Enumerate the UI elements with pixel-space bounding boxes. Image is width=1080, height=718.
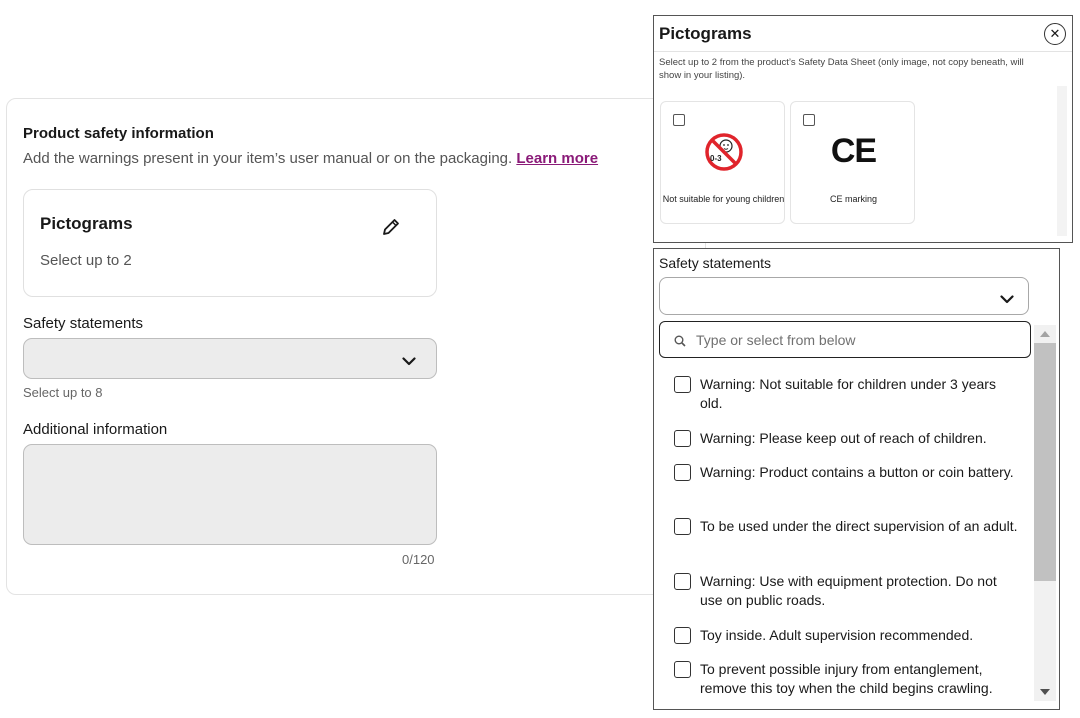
statement-checkbox[interactable] (674, 627, 691, 644)
statement-checkbox[interactable] (674, 464, 691, 481)
popup-description: Select up to 2 from the product’s Safety… (659, 57, 1024, 81)
statement-text: To be used under the direct supervision … (700, 518, 1018, 534)
age-badge: 0-3 (710, 154, 722, 163)
chevron-down-icon (402, 353, 416, 371)
scroll-down-arrow-icon[interactable] (1040, 689, 1050, 695)
statement-text: Toy inside. Adult supervision recommende… (700, 627, 974, 643)
statement-text: Warning: Product contains a button or co… (700, 464, 1014, 480)
section-subtitle-text: Add the warnings present in your item’s … (23, 150, 513, 167)
pictogram-checkbox[interactable] (673, 114, 685, 126)
statement-text: Warning: Not suitable for children under… (700, 376, 996, 411)
section-title: Product safety information (23, 125, 214, 142)
statement-checkbox[interactable] (674, 518, 691, 535)
close-icon[interactable]: ✕ (1044, 23, 1066, 45)
popup-title: Pictograms (659, 24, 752, 43)
search-icon (674, 334, 686, 352)
popup-label: Safety statements (659, 255, 772, 271)
safety-statements-hint: Select up to 8 (23, 385, 103, 400)
pictograms-title: Pictograms (40, 214, 133, 233)
statement-checkbox[interactable] (674, 430, 691, 447)
pencil-icon[interactable] (380, 216, 402, 238)
safety-statements-popup: Safety statements Warning: Not suitable … (653, 248, 1060, 710)
statement-text: Warning: Please keep out of reach of chi… (700, 430, 987, 446)
popup-scrollbar[interactable] (1057, 86, 1067, 236)
statements-search (659, 321, 1031, 358)
not-for-young-children-icon: 0-3 (704, 132, 744, 172)
statement-checkbox[interactable] (674, 661, 691, 678)
statement-checkbox[interactable] (674, 376, 691, 393)
pictograms-popup: Pictograms ✕ Select up to 2 from the pro… (653, 15, 1073, 243)
learn-more-link[interactable]: Learn more (516, 150, 598, 167)
popup-divider (654, 51, 1072, 52)
scroll-up-arrow-icon[interactable] (1040, 331, 1050, 337)
pictogram-option-ce-marking[interactable]: CE CE marking (790, 101, 915, 224)
section-subtitle: Add the warnings present in your item’s … (23, 150, 598, 167)
pictogram-checkbox[interactable] (803, 114, 815, 126)
pictogram-caption: CE marking (829, 194, 877, 204)
pictograms-subtitle: Select up to 2 (40, 252, 132, 269)
safety-statements-select[interactable] (23, 338, 437, 379)
pictogram-option-young-children[interactable]: 0-3 Not suitable for young children (660, 101, 785, 224)
pictograms-card[interactable] (23, 189, 437, 297)
ce-marking-icon: CE (830, 132, 877, 170)
chevron-down-icon (1000, 291, 1014, 309)
statements-scrollbar[interactable] (1034, 325, 1056, 701)
pictogram-caption: Not suitable for young children (662, 194, 785, 204)
additional-info-textarea[interactable] (23, 444, 437, 545)
statements-select[interactable] (659, 277, 1029, 315)
statement-text: To prevent possible injury from entangle… (700, 661, 993, 696)
safety-statements-label: Safety statements (23, 315, 144, 332)
character-counter: 0/120 (402, 552, 435, 567)
additional-info-label: Additional information (23, 421, 168, 438)
scrollbar-thumb[interactable] (1034, 343, 1056, 581)
statement-text: Warning: Use with equipment protection. … (700, 573, 997, 608)
search-input[interactable] (694, 328, 1014, 352)
statement-checkbox[interactable] (674, 573, 691, 590)
